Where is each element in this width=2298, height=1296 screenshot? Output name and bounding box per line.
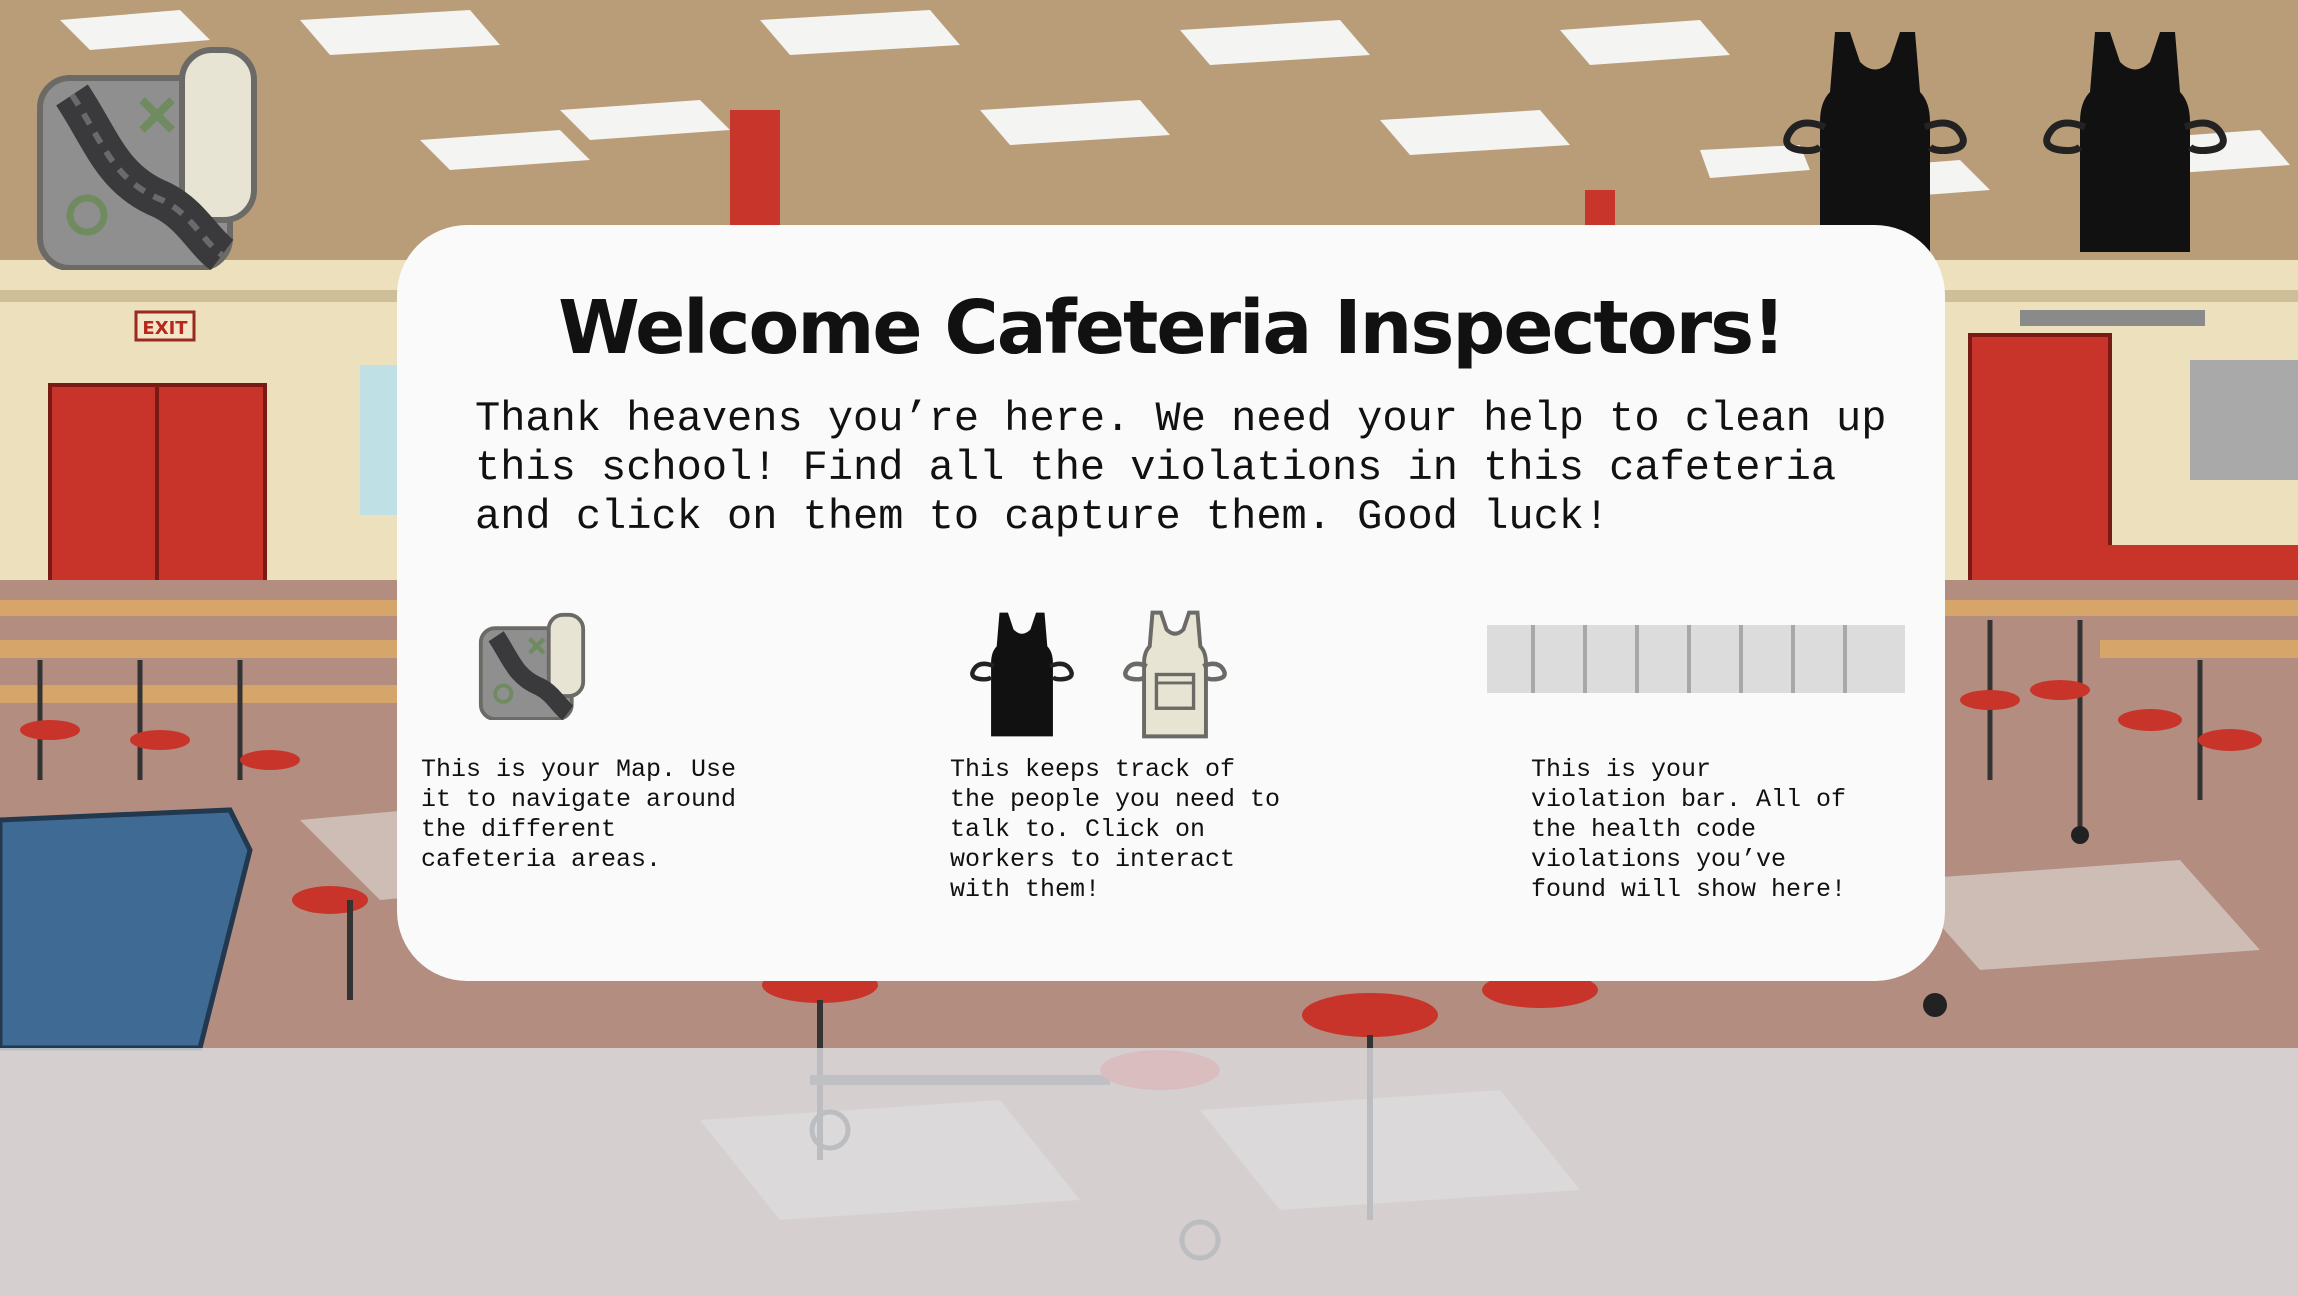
welcome-dialog[interactable]: Welcome Cafeteria Inspectors! Thank heav… <box>397 225 1945 981</box>
map-help-text: This is your Map. Use it to navigate aro… <box>421 755 737 874</box>
apron-found-icon <box>1123 610 1227 739</box>
violation-bar-help-text: This is your violation bar. All of the h… <box>1531 755 1847 904</box>
welcome-intro-text: Thank heavens you’re here. We need your … <box>475 395 1887 541</box>
exit-sign: EXIT <box>142 318 188 339</box>
apron-icon <box>970 612 1074 737</box>
tracker-help-text: This keeps track of the people you need … <box>950 755 1281 904</box>
violation-bar-icon <box>1487 625 1905 693</box>
apron-tracker-icon[interactable] <box>2040 22 2230 262</box>
welcome-title: Welcome Cafeteria Inspectors! <box>558 285 1786 371</box>
map-icon <box>478 612 586 720</box>
map-icon[interactable] <box>32 40 262 270</box>
bottom-inventory-tray <box>0 1048 2298 1296</box>
